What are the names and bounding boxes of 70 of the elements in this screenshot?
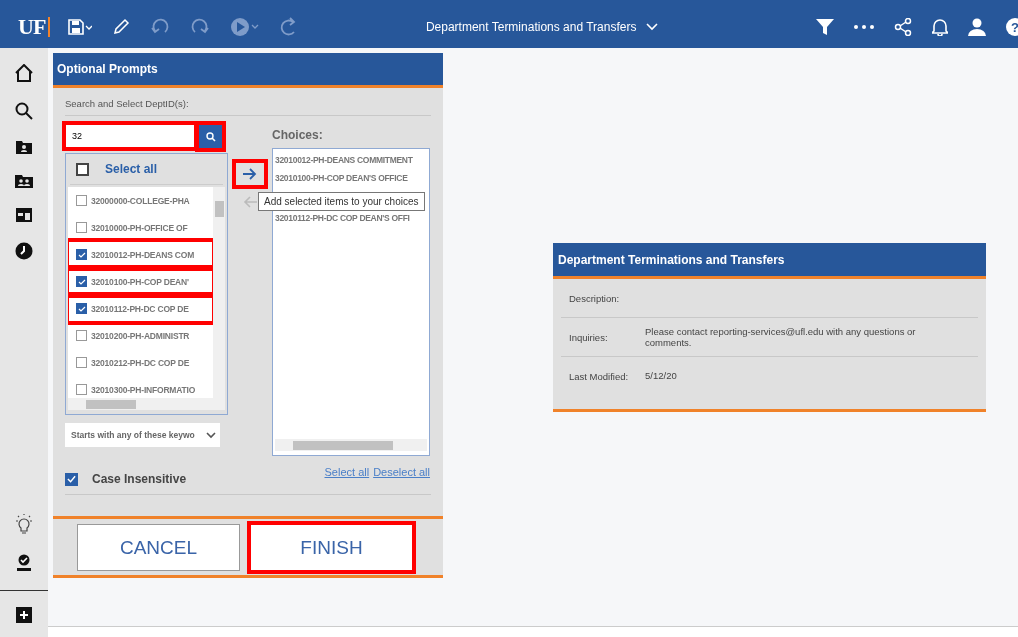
search-icon (205, 131, 216, 142)
section-label: Search and Select DeptID(s): (65, 98, 431, 116)
checkbox[interactable] (76, 249, 87, 260)
redo-icon[interactable] (190, 18, 211, 36)
logo[interactable]: UF (18, 14, 46, 40)
select-all-option[interactable]: Select all (105, 162, 158, 176)
search-field[interactable]: 32 (65, 124, 195, 148)
undo-icon[interactable] (150, 18, 171, 36)
case-insensitive-label[interactable]: Case Insensitive (92, 472, 187, 486)
option-item[interactable]: 32010200-PH-ADMINISTR (68, 322, 213, 349)
option-item[interactable]: 32010300-PH-INFORMATIO (68, 376, 213, 398)
panel-title: Optional Prompts (57, 62, 158, 76)
arrow-right-icon (243, 168, 257, 180)
filter-icon[interactable] (816, 18, 834, 36)
report-title[interactable]: Department Terminations and Transfers (425, 20, 637, 34)
field-value: Please contact reporting-services@ufl.edu with any questions or comments. (645, 325, 917, 349)
more-icon[interactable] (854, 25, 874, 29)
checkbox[interactable] (65, 472, 78, 486)
field-label: Description: (569, 292, 621, 304)
home-icon[interactable] (15, 64, 33, 82)
share-icon[interactable] (894, 18, 912, 36)
option-item[interactable]: 32000000-COLLEGE-PHA (68, 187, 213, 214)
badge-icon[interactable] (16, 554, 32, 572)
scrollbar[interactable] (213, 187, 225, 398)
checkbox[interactable] (76, 384, 87, 395)
option-item[interactable]: 32010012-PH-DEANS COM (68, 241, 213, 268)
lightbulb-icon[interactable] (15, 514, 33, 534)
cancel-button[interactable]: CANCEL (77, 524, 240, 571)
choice-item[interactable]: 32010012-PH-DEANS COMMITMENT (275, 155, 427, 169)
field-value: 5/12/20 (645, 370, 678, 382)
folder-person-icon[interactable] (16, 140, 32, 154)
match-mode-dropdown[interactable]: Starts with any of these keywo (65, 423, 220, 447)
option-item[interactable]: 32010212-PH-DC COP DE (68, 349, 213, 376)
save-icon[interactable] (68, 19, 93, 35)
help-icon[interactable]: ? (1006, 18, 1018, 36)
scrollbar[interactable] (68, 398, 225, 410)
option-item[interactable]: 32010112-PH-DC COP DE (68, 295, 213, 322)
card-title: Department Terminations and Transfers (558, 252, 785, 267)
tooltip: Add selected items to your choices (258, 192, 425, 211)
checkbox[interactable] (76, 276, 87, 287)
search-button[interactable] (198, 124, 223, 149)
play-icon[interactable] (230, 17, 261, 37)
checkbox[interactable] (76, 330, 87, 341)
chevron-down-icon (206, 431, 216, 439)
choice-item[interactable]: 32010112-PH-DC COP DEAN'S OFFI (275, 213, 427, 227)
add-icon[interactable] (16, 607, 32, 623)
field-label: Last Modified: (569, 370, 630, 382)
user-icon[interactable] (968, 18, 986, 36)
field-label: Inquiries: (569, 331, 609, 343)
bell-icon[interactable] (932, 18, 948, 36)
option-item[interactable]: 32010000-PH-OFFICE OF (68, 214, 213, 241)
choices-label: Choices: (272, 128, 324, 144)
add-button[interactable] (235, 162, 265, 186)
chevron-down-icon[interactable] (646, 23, 659, 31)
checkbox[interactable] (76, 222, 87, 233)
search-icon[interactable] (15, 102, 33, 120)
clock-icon[interactable] (15, 242, 33, 260)
pencil-icon[interactable] (112, 18, 131, 36)
checkbox[interactable] (76, 162, 89, 176)
checkbox[interactable] (76, 357, 87, 368)
team-folder-icon[interactable] (15, 174, 33, 188)
option-item[interactable]: 32010100-PH-COP DEAN' (68, 268, 213, 295)
calendar-icon[interactable] (16, 208, 32, 222)
scrollbar[interactable] (275, 439, 427, 451)
finish-button[interactable]: FINISH (250, 524, 413, 571)
checkbox[interactable] (76, 195, 87, 206)
checkbox[interactable] (76, 303, 87, 314)
choice-item[interactable]: 32010100-PH-COP DEAN'S OFFICE (275, 173, 427, 187)
select-all-link[interactable]: Select all (324, 466, 370, 478)
deselect-all-link[interactable]: Deselect all (373, 466, 430, 478)
